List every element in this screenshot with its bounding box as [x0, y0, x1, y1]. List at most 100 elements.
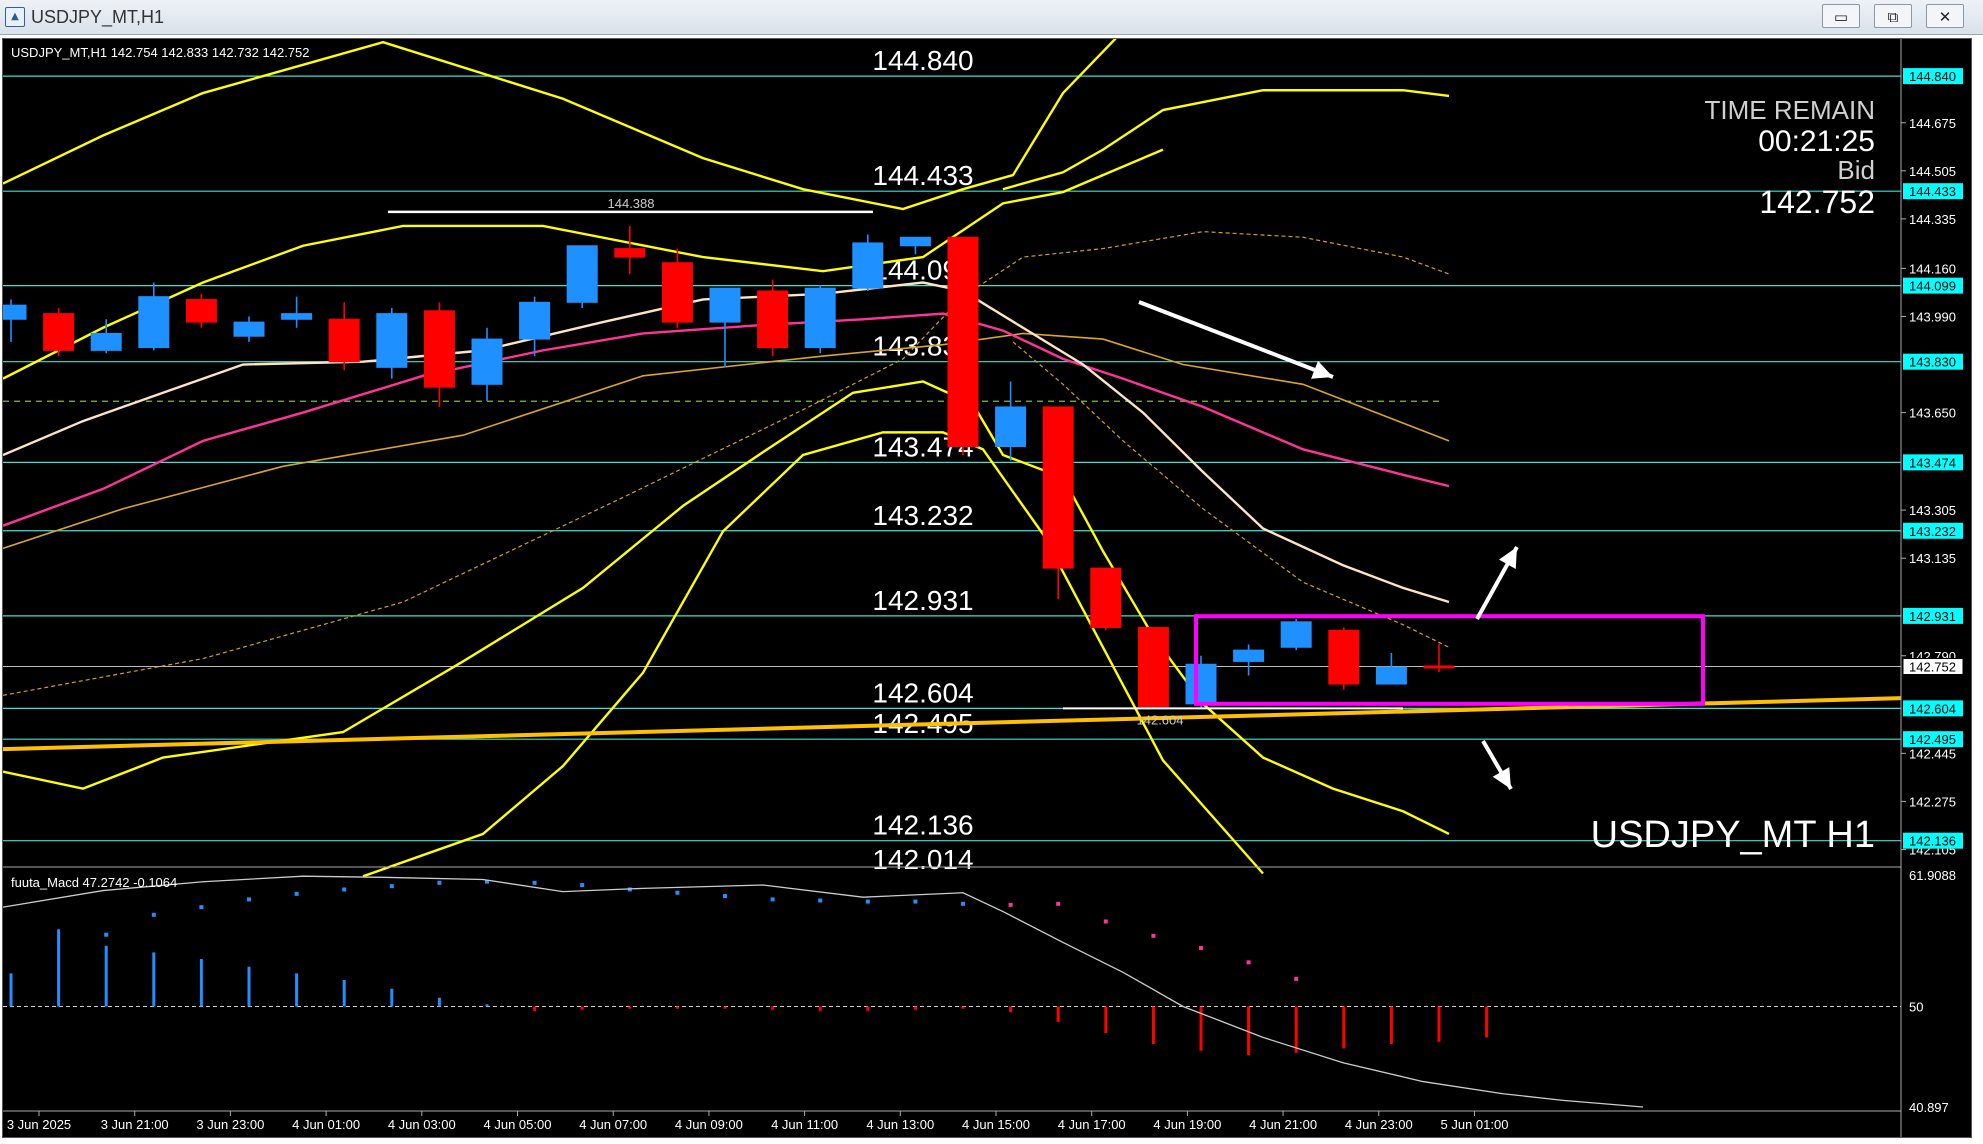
- range-box: [1194, 614, 1705, 706]
- level-tag-label: 143.232: [1909, 524, 1956, 539]
- close-button[interactable]: ✕: [1926, 4, 1964, 28]
- candles: [3, 225, 1455, 709]
- macd-signal-dot: [818, 898, 823, 903]
- time-label: 3 Jun 21:00: [101, 1117, 169, 1132]
- chart-canvas[interactable]: 144.840 144.433 144.099 143.830 143.474 143.2…: [2, 38, 1972, 1138]
- macd-signal-dot: [580, 883, 585, 888]
- candle-body: [1423, 665, 1455, 669]
- level-label: 142.136: [872, 810, 973, 841]
- macd-signal-dot: [1008, 902, 1013, 907]
- macd-signal-dot: [247, 897, 251, 902]
- axis-tick-label: 143.305: [1909, 503, 1956, 518]
- level-label: 143.232: [872, 500, 973, 531]
- indicator-label: fuuta_Macd 47.2742 -0.1064: [11, 875, 177, 890]
- candle-body: [281, 313, 313, 320]
- time-label: 4 Jun 09:00: [675, 1117, 743, 1132]
- candle-body: [995, 406, 1027, 448]
- time-remain-value: 00:21:25: [1758, 125, 1875, 158]
- candle-body: [1090, 567, 1122, 628]
- candle-body: [899, 236, 931, 247]
- level-tag-label: 144.099: [1909, 279, 1956, 294]
- bollinger-upper-2: [1002, 89, 1450, 191]
- candle-body: [233, 321, 265, 337]
- level-tag-label: 143.474: [1909, 455, 1956, 470]
- candle-body: [3, 304, 27, 320]
- macd-signal-dot: [1056, 901, 1061, 906]
- time-label: 3 Jun 23:00: [196, 1117, 264, 1132]
- restore-button[interactable]: ⧉: [1874, 4, 1912, 28]
- swing-low-label: 142.604: [1137, 712, 1184, 727]
- time-label: 4 Jun 05:00: [484, 1117, 552, 1132]
- macd-signal-dot: [1103, 919, 1108, 924]
- level-label: 142.014: [872, 844, 973, 875]
- macd-signal-dot: [723, 894, 727, 899]
- candle-body: [185, 298, 217, 323]
- macd-signal-dot: [294, 891, 299, 896]
- time-label: 4 Jun 21:00: [1249, 1117, 1317, 1132]
- level-tag-label: 142.495: [1909, 732, 1956, 747]
- macd-signal-dot: [104, 932, 109, 937]
- candle-body: [423, 310, 455, 388]
- axis-tick-label: 143.990: [1909, 309, 1956, 324]
- level-label: 144.433: [872, 160, 973, 191]
- macd-signal-dot: [1246, 960, 1251, 965]
- candle-body: [709, 287, 741, 323]
- price-chart-svg[interactable]: 144.840 144.433 144.099 143.830 143.474 143.2…: [3, 39, 1971, 1137]
- ma-orange: [3, 332, 1450, 550]
- indicator-axis-label: 40.897: [1909, 1100, 1949, 1115]
- axis-tick-label: 144.505: [1909, 164, 1956, 179]
- candle-body: [519, 301, 551, 340]
- candle-body: [1375, 666, 1407, 685]
- macd-signal-dot: [389, 884, 394, 889]
- candle-body: [90, 332, 122, 351]
- symbol-watermark: USDJPY_MT H1: [1591, 814, 1875, 856]
- macd-signal-dot: [1199, 945, 1203, 950]
- time-label: 4 Jun 11:00: [771, 1117, 838, 1132]
- candle-body: [1328, 629, 1360, 685]
- level-tag-label: 144.433: [1909, 184, 1956, 199]
- level-tag-label: 142.604: [1909, 701, 1956, 716]
- axis-tick-label: 144.335: [1909, 212, 1956, 227]
- time-label: 3 Jun 2025: [7, 1117, 71, 1132]
- axis-tick-label: 143.135: [1909, 551, 1956, 566]
- time-remain-label: TIME REMAIN: [1705, 95, 1875, 125]
- candle-body: [614, 248, 646, 258]
- axis-tick-label: 142.275: [1909, 794, 1956, 809]
- level-tag-label: 143.830: [1909, 355, 1956, 370]
- time-label: 4 Jun 19:00: [1153, 1117, 1221, 1132]
- candle-body: [947, 236, 979, 448]
- macd-signal-dot: [532, 880, 537, 885]
- candle-body: [328, 318, 360, 363]
- indicator-axis-label: 61.9088: [1909, 868, 1956, 883]
- level-tag-label: 144.840: [1909, 69, 1956, 84]
- level-label: 142.931: [872, 585, 973, 616]
- macd-signal-dot: [151, 912, 156, 917]
- time-label: 4 Jun 07:00: [579, 1117, 647, 1132]
- info-line: USDJPY_MT,H1 142.754 142.833 142.732 142…: [11, 45, 310, 60]
- macd-signal-dot: [1294, 976, 1299, 981]
- level-label: 142.604: [872, 677, 973, 708]
- bid-label: Bid: [1837, 155, 1875, 185]
- candle-body: [852, 242, 884, 289]
- axis-tick-label: 142.445: [1909, 746, 1956, 761]
- macd-signal-dot: [675, 890, 680, 895]
- window-titlebar[interactable]: ▲ USDJPY_MT,H1 ▭ ⧉ ✕: [0, 0, 1983, 35]
- ma-pink: [3, 312, 1450, 527]
- time-label: 4 Jun 17:00: [1058, 1117, 1126, 1132]
- axis-tick-label: 144.160: [1909, 261, 1956, 276]
- axis-tick-label: 144.675: [1909, 116, 1956, 131]
- candle-body: [804, 287, 836, 349]
- chart-window-icon: ▲: [5, 7, 25, 27]
- bid-value: 142.752: [1759, 184, 1875, 220]
- axis-tick-label: 143.650: [1909, 406, 1956, 421]
- macd-signal-dot: [961, 901, 965, 906]
- macd-signal-dot: [199, 905, 204, 910]
- candle-body: [566, 245, 598, 303]
- candle-body: [1042, 406, 1074, 569]
- time-label: 4 Jun 13:00: [866, 1117, 934, 1132]
- candle-body: [138, 296, 170, 349]
- macd-signal-dot: [342, 887, 347, 892]
- indicator-pane: 61.9088 50 40.897: [3, 868, 1956, 1115]
- time-axis: 3 Jun 2025 3 Jun 21:00 3 Jun 23:00 4 Jun 01…: [3, 1110, 1901, 1132]
- minimize-button[interactable]: ▭: [1822, 4, 1860, 28]
